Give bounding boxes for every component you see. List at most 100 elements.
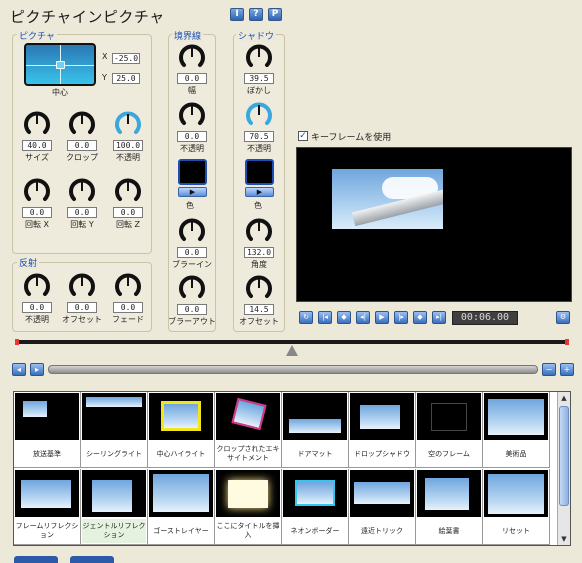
info-button[interactable]: I [230, 8, 244, 21]
reflection-group-label: 反射 [17, 256, 40, 269]
reflection-opacity-value[interactable]: 0.0 [22, 302, 52, 313]
preset-tile[interactable]: ネオンボーダー [282, 469, 349, 545]
zoom-in-button[interactable]: + [560, 363, 574, 376]
picture-rotate-x-value[interactable]: 0.0 [22, 207, 52, 218]
preset-tile[interactable]: ここにタイトルを挿入 [215, 469, 282, 545]
preset-label: 放送基準 [33, 449, 61, 458]
preset-tile[interactable]: 空のフレーム [416, 392, 483, 468]
preset-thumbnail [149, 470, 213, 517]
preset-tile[interactable]: 遠近トリック [349, 469, 416, 545]
border-width-knob-icon[interactable] [178, 43, 206, 71]
preview-window [296, 147, 572, 302]
timeline-playhead[interactable] [286, 345, 298, 356]
preset-thumbnail [283, 393, 347, 440]
shadow-blur-value[interactable]: 39.5 [244, 73, 274, 84]
preset-label: ドアマット [297, 449, 333, 458]
x-value[interactable]: -25.0 [112, 53, 140, 64]
reflection-fade-knob-icon[interactable] [114, 272, 142, 300]
gallery-scroll-up[interactable]: ▲ [558, 392, 570, 404]
preset-tile[interactable]: ドアマット [282, 392, 349, 468]
shadow-opacity-knob-icon[interactable] [245, 101, 273, 129]
gallery-scrollbar[interactable]: ▲ ▼ [557, 392, 570, 545]
border-opacity-value[interactable]: 0.0 [177, 131, 207, 142]
picture-rotate-x-knob-icon[interactable] [23, 177, 51, 205]
border-blur-in-value[interactable]: 0.0 [177, 247, 207, 258]
shadow-color-picker-button[interactable]: ▶ [245, 187, 274, 197]
timeline-scrollbar[interactable] [48, 365, 538, 374]
preset-thumbnail [82, 470, 146, 517]
picture-crop-knob-icon[interactable] [68, 110, 96, 138]
gallery-scroll-down[interactable]: ▼ [558, 533, 570, 545]
preset-tile[interactable]: フレームリフレクション [14, 469, 81, 545]
preset-tile[interactable]: リセット [483, 469, 550, 545]
preset-tile[interactable]: 絵葉書 [416, 469, 483, 545]
settings-button[interactable]: ⚙ [556, 311, 570, 324]
cancel-button-edge[interactable] [70, 556, 114, 563]
border-blur-out-value[interactable]: 0.0 [177, 304, 207, 315]
go-to-start-button[interactable]: |◂ [318, 311, 332, 324]
preset-tile[interactable]: シーリングライト [81, 392, 148, 468]
loop-button[interactable]: ↻ [299, 311, 313, 324]
preset-tile[interactable]: ジェントルリフレクション [81, 469, 148, 545]
preset-tile[interactable]: 美術品 [483, 392, 550, 468]
border-blur-out-knob-icon[interactable] [178, 274, 206, 302]
border-color-swatch[interactable] [178, 159, 207, 185]
shadow-blur-knob-icon[interactable] [245, 43, 273, 71]
picture-rotate-z-value[interactable]: 0.0 [113, 207, 143, 218]
go-to-end-button[interactable]: ▸| [432, 311, 446, 324]
picture-crop-value[interactable]: 0.0 [67, 140, 97, 151]
preset-label: フレームリフレクション [15, 522, 79, 539]
shadow-offset-knob-icon[interactable] [245, 274, 273, 302]
play-button[interactable]: ▶ [375, 311, 389, 324]
reflection-fade-value[interactable]: 0.0 [113, 302, 143, 313]
preset-tile[interactable]: 放送基準 [14, 392, 81, 468]
picture-rotate-y-value[interactable]: 0.0 [67, 207, 97, 218]
preset-tile[interactable]: クロップされたエキサイトメント [215, 392, 282, 468]
border-width-value[interactable]: 0.0 [177, 73, 207, 84]
timeline-track[interactable] [15, 339, 569, 345]
preset-tile[interactable]: ゴーストレイヤー [148, 469, 215, 545]
xy-position-pad[interactable] [24, 43, 96, 86]
timeline-end-marker[interactable] [565, 339, 569, 345]
shadow-color-swatch[interactable] [245, 159, 274, 185]
scroll-left-button[interactable]: ◂ [12, 363, 26, 376]
preset-thumbnail [283, 470, 347, 517]
picture-opacity-value[interactable]: 100.0 [113, 140, 143, 151]
help-button[interactable]: ? [249, 8, 263, 21]
picture-rotate-z-knob-icon[interactable] [114, 177, 142, 205]
reflection-opacity-knob-icon[interactable] [23, 272, 51, 300]
picture-size-knob-icon[interactable] [23, 110, 51, 138]
picture-rotate-y-knob-icon[interactable] [68, 177, 96, 205]
preset-label: 空のフレーム [428, 449, 470, 458]
shadow-group-label: シャドウ [236, 29, 277, 42]
picture-opacity-knob-icon[interactable] [114, 110, 142, 138]
border-blur-in-knob-icon[interactable] [178, 217, 206, 245]
preset-tile[interactable]: 中心ハイライト [148, 392, 215, 468]
border-color-picker-button[interactable]: ▶ [178, 187, 207, 197]
reflection-offset-value[interactable]: 0.0 [67, 302, 97, 313]
preset-label: ネオンボーダー [290, 526, 340, 535]
use-keyframe-checkbox[interactable]: ✓ [298, 131, 308, 141]
scroll-right-button[interactable]: ▸ [30, 363, 44, 376]
zoom-out-button[interactable]: − [542, 363, 556, 376]
picture-size-value[interactable]: 40.0 [22, 140, 52, 151]
preset-thumbnail [417, 470, 481, 517]
timeline-start-marker[interactable] [15, 339, 19, 345]
prev-keyframe-button[interactable]: ◆ [337, 311, 351, 324]
shadow-opacity-value[interactable]: 70.5 [244, 131, 274, 142]
preset-tile[interactable]: ドロップシャドウ [349, 392, 416, 468]
shadow-angle-knob-icon[interactable] [245, 217, 273, 245]
border-opacity-knob-icon[interactable] [178, 101, 206, 129]
next-frame-button[interactable]: |▸ [394, 311, 408, 324]
y-value[interactable]: 25.0 [112, 73, 140, 84]
center-label: 中心 [52, 88, 68, 97]
ok-button-edge[interactable] [14, 556, 58, 563]
position-handle[interactable] [56, 61, 65, 69]
shadow-angle-value[interactable]: 132.0 [244, 247, 274, 258]
prev-frame-button[interactable]: ◂| [356, 311, 370, 324]
reflection-offset-knob-icon[interactable] [68, 272, 96, 300]
shadow-offset-value[interactable]: 14.5 [244, 304, 274, 315]
gallery-scroll-thumb[interactable] [559, 406, 569, 506]
p-button[interactable]: P [268, 8, 282, 21]
next-keyframe-button[interactable]: ◆ [413, 311, 427, 324]
